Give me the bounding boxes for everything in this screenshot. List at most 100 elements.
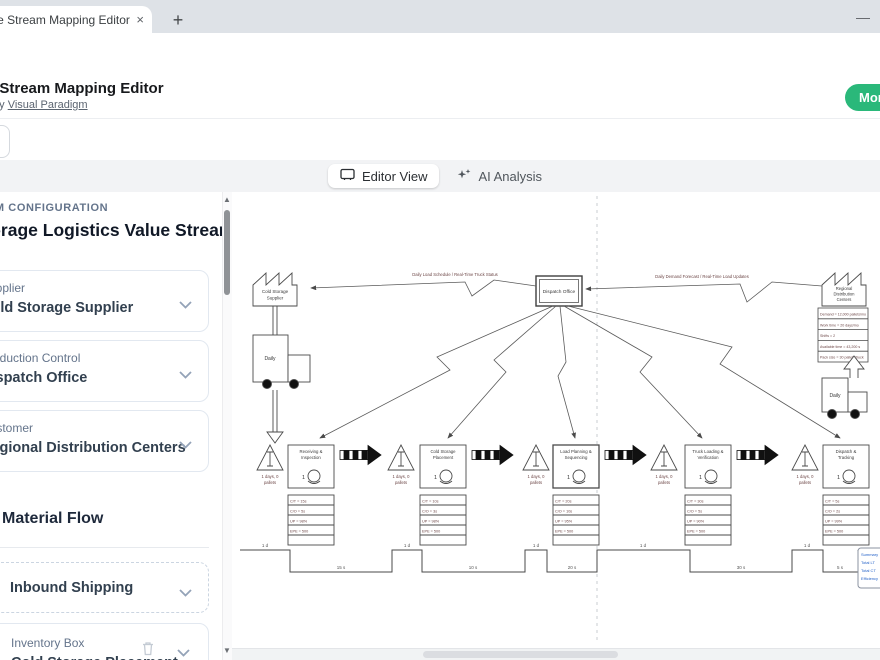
svg-text:1 d: 1 d (404, 543, 411, 548)
svg-text:1 d: 1 d (262, 543, 269, 548)
dispatch-info-lines (320, 306, 840, 438)
browser-tab[interactable]: Value Stream Mapping Editor × (0, 6, 152, 33)
page-header: Value Stream Mapping Editor by Visual Pa… (0, 72, 880, 119)
svg-text:Dispatch &: Dispatch & (836, 449, 857, 454)
svg-text:1: 1 (567, 475, 570, 481)
svg-text:Available time = 43,200 s: Available time = 43,200 s (820, 345, 860, 349)
svg-text:C/T = 20s: C/T = 20s (555, 500, 572, 504)
minimize-button[interactable]: — (852, 8, 874, 28)
canvas-horizontal-scrollbar-thumb[interactable] (423, 651, 618, 658)
process-cold-storage-placement[interactable]: Cold Storage Placement 1 C/T = 10s C/O =… (420, 445, 466, 545)
svg-text:EPE = 500: EPE = 500 (555, 530, 573, 534)
svg-text:EPE = 500: EPE = 500 (422, 530, 440, 534)
svg-text:EPE = 500: EPE = 500 (290, 530, 308, 534)
svg-text:UP = 98%: UP = 98% (422, 520, 440, 524)
supplier-truck-icon[interactable]: Daily (253, 306, 310, 443)
tab-ai-analysis[interactable]: AI Analysis (447, 164, 552, 189)
svg-text:Tracking: Tracking (838, 455, 855, 460)
byline-prefix: by (0, 99, 8, 111)
supplier-card[interactable]: Supplier Cold Storage Supplier (0, 270, 209, 332)
svg-text:C/T = 10s: C/T = 10s (422, 500, 439, 504)
info-flow-supplier[interactable]: Daily Load Schedule / Real-Time Truck St… (311, 272, 536, 296)
svg-text:Inspection: Inspection (301, 455, 321, 460)
customer-card[interactable]: Customer Regional Distribution Centers (0, 410, 209, 472)
chevron-down-icon (179, 584, 192, 602)
production-control-card[interactable]: Production Control Dispatch Office (0, 340, 209, 402)
svg-text:Receiving &: Receiving & (300, 449, 323, 454)
divider (0, 547, 209, 548)
svg-text:pallets: pallets (530, 480, 542, 485)
scrollbar-down-arrow[interactable]: ▼ (222, 645, 232, 657)
customer-value: Regional Distribution Centers (0, 440, 194, 456)
supplier-factory-node[interactable]: Cold Storage Supplier (253, 273, 297, 306)
svg-text:1: 1 (699, 475, 702, 481)
view-toggle-bar: Editor View AI Analysis (0, 160, 880, 193)
scrollbar-thumb[interactable] (224, 210, 230, 295)
svg-text:Total CT: Total CT (861, 568, 876, 573)
trash-icon[interactable] (141, 641, 155, 660)
svg-text:Daily: Daily (829, 393, 841, 399)
svg-text:UP = 98%: UP = 98% (290, 520, 308, 524)
customer-label: Customer (0, 421, 194, 435)
svg-text:1 days, 0: 1 days, 0 (262, 474, 280, 479)
inbound-shipping-item[interactable]: Inbound Shipping (0, 562, 209, 613)
visual-paradigm-link[interactable]: Visual Paradigm (8, 99, 88, 111)
timeline-summary-box[interactable]: Summary Total LT Total CT Efficiency (858, 548, 880, 588)
svg-text:C/O = 2s: C/O = 2s (825, 510, 840, 514)
svg-text:1: 1 (434, 475, 437, 481)
svg-text:C/O = 10s: C/O = 10s (555, 510, 572, 514)
svg-text:Distribution: Distribution (834, 292, 856, 297)
svg-text:pallets: pallets (658, 480, 670, 485)
svg-text:1 days, 0: 1 days, 0 (797, 474, 815, 479)
svg-text:1: 1 (837, 475, 840, 481)
svg-text:pallets: pallets (799, 480, 811, 485)
production-control-node[interactable]: Dispatch Office (536, 276, 582, 306)
svg-text:Total LT: Total LT (861, 560, 875, 565)
svg-text:C/T = 15s: C/T = 15s (290, 500, 307, 504)
svg-text:30 s: 30 s (737, 565, 746, 570)
more-button[interactable]: More (845, 84, 880, 111)
svg-text:1: 1 (302, 475, 305, 481)
svg-text:1 d: 1 d (533, 543, 540, 548)
timeline: 1 d 1 d 1 d 1 d 1 d 15 s 10 s 20 s 30 s … (240, 543, 858, 572)
svg-text:pallets: pallets (395, 480, 407, 485)
clipped-left-control[interactable] (0, 125, 10, 158)
svg-text:C/O = 3s: C/O = 3s (422, 510, 437, 514)
svg-text:EPE = 500: EPE = 500 (825, 530, 843, 534)
svg-text:Daily Demand Forecast / Real-T: Daily Demand Forecast / Real-Time Load U… (655, 274, 749, 279)
svg-text:EPE = 500: EPE = 500 (687, 530, 705, 534)
editor-view-label: Editor View (362, 169, 428, 184)
ai-analysis-label: AI Analysis (478, 169, 542, 184)
svg-text:UP = 99%: UP = 99% (825, 520, 843, 524)
info-flow-customer[interactable]: Daily Demand Forecast / Real-Time Load U… (586, 274, 822, 302)
inventory-box-item[interactable]: Inventory Box Cold Storage Placement (0, 623, 209, 660)
svg-text:UP = 90%: UP = 90% (687, 520, 705, 524)
vsm-canvas[interactable]: Cold Storage Supplier Daily Dispatch Off… (232, 192, 880, 648)
tab-close-icon[interactable]: × (136, 13, 144, 26)
svg-text:1 d: 1 d (804, 543, 811, 548)
process-receiving-inspection[interactable]: Receiving & Inspection 1 C/T = 15s C/O =… (288, 445, 334, 545)
tab-strip: Value Stream Mapping Editor × + — (0, 0, 880, 33)
process-load-planning-sequencing[interactable]: Load Planning & Sequencing 1 C/T = 20s C… (553, 445, 599, 545)
customer-data-box[interactable]: Demand = 12,000 pallets/mo Work time = 2… (818, 308, 868, 362)
svg-text:Supplier: Supplier (267, 296, 284, 301)
process-dispatch-tracking[interactable]: Dispatch & Tracking 1 C/T = 5s C/O = 2s … (823, 445, 869, 545)
supplier-value: Cold Storage Supplier (0, 300, 194, 316)
svg-text:Verification: Verification (697, 455, 719, 460)
svg-text:Work time = 20 days/mo: Work time = 20 days/mo (820, 323, 859, 327)
svg-text:5 s: 5 s (837, 565, 844, 570)
tab-editor-view[interactable]: Editor View (328, 164, 440, 188)
customer-truck-icon[interactable]: Daily (822, 356, 867, 419)
svg-text:15 s: 15 s (337, 565, 346, 570)
svg-text:Pack size = 30 pallets/truck: Pack size = 30 pallets/truck (820, 356, 864, 360)
section-label: VSM CONFIGURATION (0, 202, 108, 214)
scrollbar-up-arrow[interactable]: ▲ (222, 194, 232, 206)
process-nodes[interactable]: Receiving & Inspection 1 C/T = 15s C/O =… (288, 445, 869, 545)
new-tab-button[interactable]: + (166, 8, 190, 32)
svg-text:pallets: pallets (264, 480, 276, 485)
process-truck-loading-verification[interactable]: Truck Loading & Verification 1 C/T = 30s… (685, 445, 731, 545)
svg-text:Regional: Regional (836, 286, 853, 291)
customer-factory-node[interactable]: Regional Distribution Centers (822, 273, 866, 306)
svg-text:UP = 95%: UP = 95% (555, 520, 573, 524)
chevron-down-icon (179, 296, 192, 314)
